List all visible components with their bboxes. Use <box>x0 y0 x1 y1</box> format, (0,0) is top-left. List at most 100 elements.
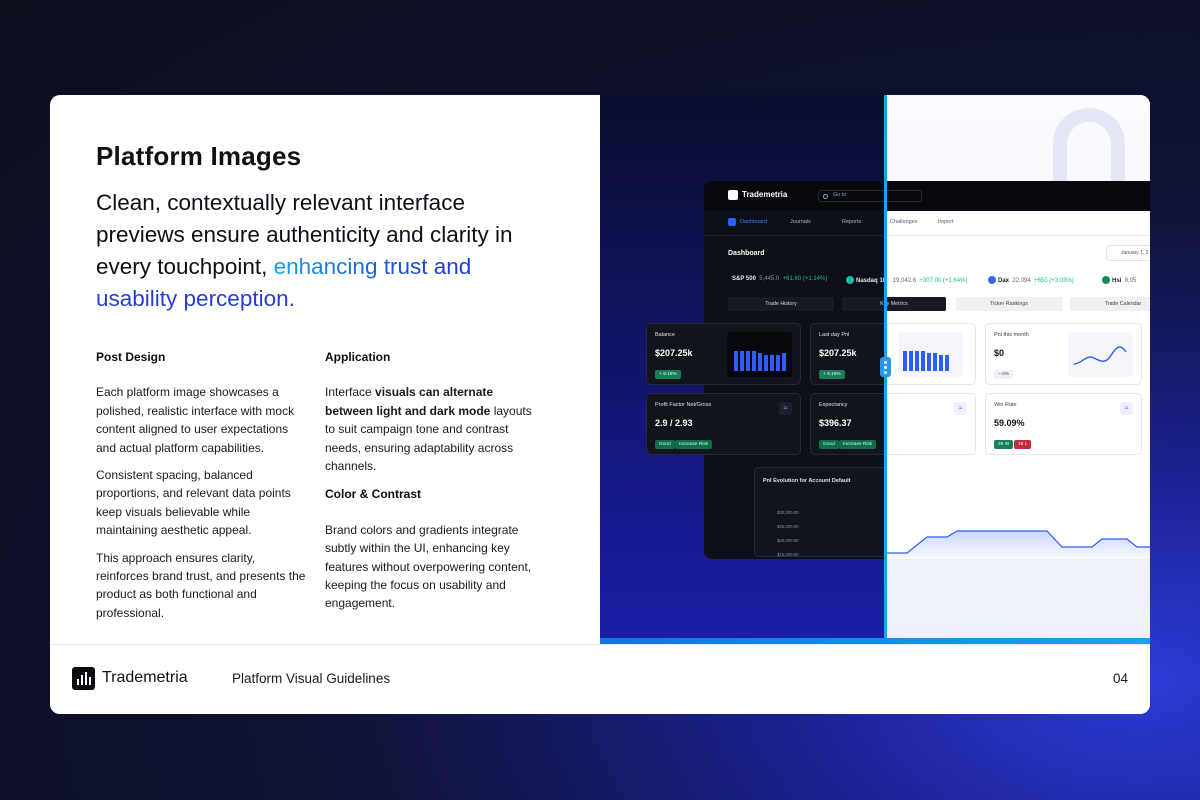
balance-label: Balance <box>655 332 675 338</box>
pnl-month-sparkline <box>1073 346 1127 365</box>
pnl-evolution-chart <box>887 530 1150 562</box>
bar <box>927 353 931 371</box>
date-picker[interactable]: January 1, 2 <box>1106 245 1150 261</box>
ticker-value: 5,445.0 <box>759 276 780 282</box>
pnl-evolution-card: Pnl Evolution for Account Default $30,00… <box>754 467 885 557</box>
balance-card: Balance $207.25k + 9.19% <box>646 323 801 385</box>
tab-trade-calendar[interactable]: Trade Calendar <box>1070 297 1150 311</box>
bar <box>933 353 937 371</box>
slide-card: Platform Images Clean, contextually rele… <box>50 95 1150 714</box>
nav-divider-light <box>884 235 1150 236</box>
expectancy-card: Expectancy $396.37 Good Increase Risk <box>810 393 887 455</box>
dashboard-nav-icon <box>728 218 736 226</box>
compare-slider-handle[interactable] <box>880 357 891 377</box>
bar <box>740 351 744 371</box>
win-rate-label: Win Rate <box>994 402 1017 408</box>
bar <box>770 355 774 371</box>
nav-reports[interactable]: Reports <box>842 219 861 225</box>
ticker-name: Dax <box>998 278 1010 284</box>
grip-dot <box>884 366 887 369</box>
ticker-dax: Dax 22,094 +650 (+3.03%) <box>988 276 1074 284</box>
nav-challenges[interactable]: Challenges <box>890 219 918 225</box>
post-design-column: Post Design Each platform image showcase… <box>96 348 306 631</box>
ticker-name: S&P 500 <box>732 276 756 282</box>
application-text-a: Interface <box>325 385 376 400</box>
tab-key-metrics[interactable]: Key Metrics <box>842 297 946 311</box>
nasdaq-icon <box>846 276 854 284</box>
post-design-paragraph-2: Consistent spacing, balanced proportions… <box>96 468 291 538</box>
pnl-evolution-title: Pnl Evolution for Account Default <box>763 478 851 484</box>
ticker-change: +307.00 (+1.64%) <box>919 278 968 284</box>
color-contrast-heading: Color & Contrast <box>325 487 421 502</box>
footer-title: Platform Visual Guidelines <box>232 671 391 686</box>
losses-badge: 18 L <box>1014 440 1032 449</box>
good-tag: Good <box>819 440 839 449</box>
bar <box>782 353 786 371</box>
dashboard-title: Dashboard <box>728 250 765 257</box>
bar <box>915 351 919 371</box>
post-design-paragraph-3: This approach ensures clarity, reinforce… <box>96 550 306 620</box>
nav-dashboard[interactable]: Dashboard <box>740 219 767 225</box>
last-day-pnl-badge: + 9.19% <box>819 370 845 379</box>
ticker-change: +61.60 (+1.14%) <box>782 276 828 282</box>
trend-icon: ≈ <box>1120 402 1133 415</box>
application-paragraph: Interface visuals can alternate between … <box>325 383 535 475</box>
bar <box>758 353 762 371</box>
dax-icon <box>988 276 996 284</box>
expectancy-card-light: ≈ <box>887 393 976 455</box>
ticker-name: Hsi <box>1112 278 1122 284</box>
profit-factor-label: Profit Factor Net/Gross <box>655 402 712 408</box>
pnl-month-label: Pnl this month <box>994 332 1029 338</box>
y-tick: $25,000.00 <box>777 524 799 529</box>
last-day-pnl-mini-chart <box>898 332 963 377</box>
win-rate-card: Win Rate 59.09% 28 W 18 L ≈ <box>985 393 1142 455</box>
profit-factor-value: 2.9 / 2.93 <box>655 418 693 428</box>
pnl-month-mini-chart <box>1068 332 1133 377</box>
tab-trade-history[interactable]: Trade History <box>728 297 834 311</box>
nav-journals[interactable]: Journals <box>790 219 811 225</box>
headline: Clean, contextually relevant interface p… <box>96 187 546 315</box>
good-tag: Good <box>655 440 675 449</box>
last-day-pnl-value: $207.25k <box>819 348 857 358</box>
color-contrast-paragraph: Brand colors and gradients integrate sub… <box>325 522 532 611</box>
app-logo-icon <box>728 190 738 200</box>
trademetria-logo-icon <box>72 667 95 690</box>
tab-ticker-rankings[interactable]: Ticker Rankings <box>956 297 1062 311</box>
page-number: 04 <box>1112 671 1128 686</box>
ticker-nasdaq: Nasdaq 100 19,042.6 +307.00 (+1.64%) <box>846 276 967 284</box>
search-icon <box>823 194 828 199</box>
app-name: Trademetria <box>742 190 788 199</box>
hsi-icon <box>1102 276 1110 284</box>
ticker-sp500: S&P 500 5,445.0 +61.60 (+1.14%) <box>732 276 827 282</box>
page-title: Platform Images <box>96 141 302 171</box>
ticker-change: +650 (+3.03%) <box>1034 278 1074 284</box>
bar <box>776 355 780 371</box>
last-day-pnl-card-light <box>887 323 976 385</box>
ticker-hsi: Hsi 8,05 <box>1102 276 1136 284</box>
bar <box>921 351 925 371</box>
last-day-pnl-label: Last day Pnl <box>819 332 850 338</box>
balance-value: $207.25k <box>655 348 693 358</box>
bar <box>752 351 756 371</box>
search-placeholder: Go to <box>833 192 847 198</box>
app-search-input[interactable]: Go to <box>818 190 922 202</box>
increase-risk-tag: Increase Risk <box>839 440 877 449</box>
footer: Trademetria Platform Visual Guidelines 0… <box>50 644 1150 714</box>
pnl-month-value: $0 <box>994 348 1005 358</box>
y-tick: $30,000.00 <box>777 510 799 515</box>
bar <box>939 355 943 371</box>
win-rate-value: 59.09% <box>994 418 1025 428</box>
brand-name: Trademetria <box>102 669 188 686</box>
nav-divider-dark <box>704 235 884 236</box>
profit-factor-card: Profit Factor Net/Gross 2.9 / 2.93 Good … <box>646 393 801 455</box>
bar <box>746 351 750 371</box>
ticker-value: 8,05 <box>1124 278 1137 284</box>
application-heading: Application <box>325 350 391 364</box>
nav-import[interactable]: Import <box>938 219 954 225</box>
post-design-paragraph-1: Each platform image showcases a polished… <box>96 385 295 455</box>
grip-dot <box>884 361 887 364</box>
balance-badge: + 9.19% <box>655 370 681 379</box>
trend-icon: ≈ <box>779 402 792 415</box>
y-tick: $20,000.00 <box>777 538 799 543</box>
ticker-value: 19,042.6 <box>892 278 917 284</box>
